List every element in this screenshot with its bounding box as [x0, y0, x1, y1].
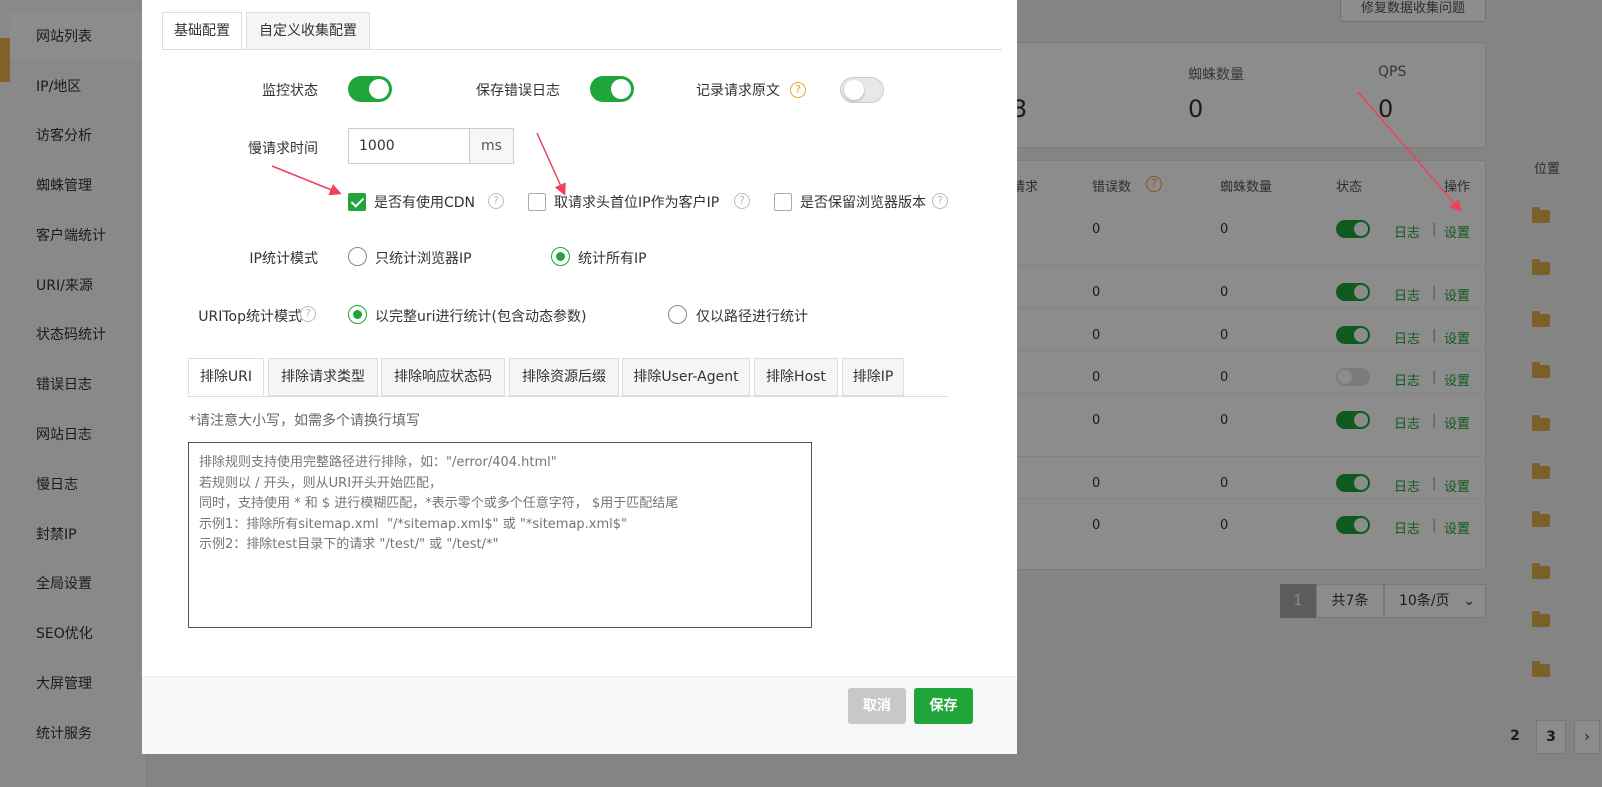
annotation-arrows — [271, 91, 1462, 213]
arrow-to-first-ip — [536, 132, 566, 196]
arrow-to-cdn — [271, 165, 342, 196]
arrow-to-settings — [1357, 91, 1462, 213]
